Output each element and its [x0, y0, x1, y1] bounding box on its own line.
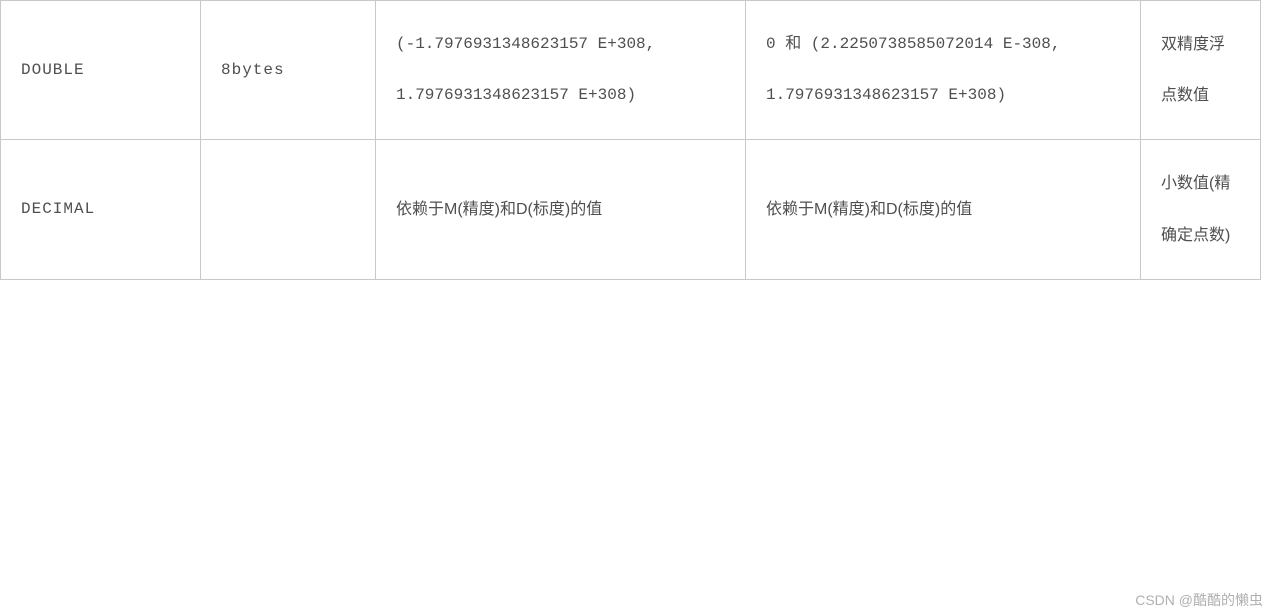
table-row: DOUBLE 8bytes (-1.7976931348623157 E+308… — [1, 1, 1261, 140]
description-cell: 双精度浮点数值 — [1141, 1, 1261, 140]
type-cell: DECIMAL — [1, 140, 201, 279]
unsigned-range-cell: 0 和 (2.2250738585072014 E-308, 1.7976931… — [746, 1, 1141, 140]
signed-range-cell: 依赖于M(精度)和D(标度)的值 — [376, 140, 746, 279]
data-types-table: DOUBLE 8bytes (-1.7976931348623157 E+308… — [0, 0, 1261, 280]
description-cell: 小数值(精确定点数) — [1141, 140, 1261, 279]
watermark-text: CSDN @酷酷的懒虫 — [1135, 590, 1263, 610]
signed-range-cell: (-1.7976931348623157 E+308, 1.7976931348… — [376, 1, 746, 140]
size-cell — [201, 140, 376, 279]
type-cell: DOUBLE — [1, 1, 201, 140]
table-row: DECIMAL 依赖于M(精度)和D(标度)的值 依赖于M(精度)和D(标度)的… — [1, 140, 1261, 279]
unsigned-range-cell: 依赖于M(精度)和D(标度)的值 — [746, 140, 1141, 279]
size-cell: 8bytes — [201, 1, 376, 140]
